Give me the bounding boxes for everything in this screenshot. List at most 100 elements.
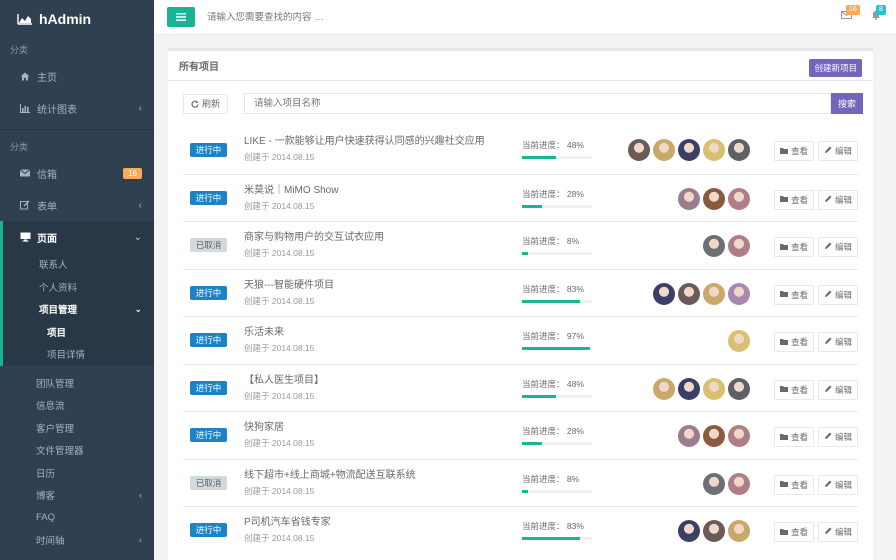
view-label: 查看 <box>790 242 808 252</box>
sidebar-subitem-label: 时间轴 <box>36 536 65 548</box>
mail-button[interactable]: 16 <box>838 5 860 22</box>
edit-button[interactable]: 编辑 <box>817 237 858 257</box>
app-name: hAdmin <box>39 11 92 27</box>
sidebar-item-envelope[interactable]: 信箱 16 <box>0 157 154 189</box>
unread-count-badge: 16 <box>123 167 142 179</box>
progress-label: 当前进度： 48% <box>522 378 584 389</box>
sidebar-subitem-label: FAQ <box>36 512 56 524</box>
project-title-link[interactable]: 【私人医生项目】 <box>244 374 324 387</box>
panel-header: 所有项目 创建新项目 <box>168 51 873 81</box>
avatar[interactable] <box>728 139 750 161</box>
edit-button[interactable]: 编辑 <box>817 522 858 542</box>
sidebar-subitem[interactable]: FAQ <box>0 507 154 530</box>
avatar[interactable] <box>678 139 700 161</box>
sidebar-subitem-label: 个人资料 <box>39 282 78 294</box>
edit-label: 编辑 <box>834 146 852 156</box>
view-button[interactable]: 查看 <box>773 284 814 305</box>
sidebar-subitem[interactable]: 博客 ‹ <box>0 484 154 507</box>
sidebar-subitem[interactable]: 个人资料 <box>3 276 154 299</box>
avatar[interactable] <box>703 425 725 447</box>
chevron-left-icon: ‹ <box>139 490 142 501</box>
view-button[interactable]: 查看 <box>773 379 814 400</box>
avatar[interactable] <box>678 377 700 400</box>
project-title-link[interactable]: 天狼---智能硬件项目 <box>244 279 334 292</box>
project-row: 已取消 线下超市+线上商城+物流配送互联系统 创建于 2014.08.15 当前进度：… <box>183 458 858 507</box>
notification-button[interactable]: 8 <box>868 5 886 22</box>
sidebar-subitem[interactable]: 文件管理器 <box>0 439 154 462</box>
avatar[interactable] <box>653 139 675 161</box>
avatar[interactable] <box>703 520 725 542</box>
avatar[interactable] <box>728 282 750 305</box>
area-chart-icon <box>17 14 32 25</box>
avatar[interactable] <box>728 235 750 257</box>
avatar[interactable] <box>728 330 750 352</box>
edit-button[interactable]: 编辑 <box>817 427 858 447</box>
avatar[interactable] <box>728 187 750 210</box>
view-button[interactable]: 查看 <box>773 141 814 161</box>
sidebar-subitem[interactable]: 时间轴 ‹ <box>0 529 154 552</box>
avatar[interactable] <box>703 235 725 257</box>
sidebar-subitem[interactable]: 项目管理 ⌄ <box>3 298 154 321</box>
avatar[interactable] <box>678 520 700 542</box>
avatar[interactable] <box>678 187 700 210</box>
avatar[interactable] <box>653 282 675 305</box>
sidebar-item-edit[interactable]: 表单 ‹ <box>0 189 154 221</box>
global-search-input[interactable] <box>207 11 607 23</box>
avatar[interactable] <box>678 282 700 305</box>
sidebar-subitem[interactable]: 联系人 <box>3 253 154 276</box>
edit-button[interactable]: 编辑 <box>817 332 858 352</box>
avatar[interactable] <box>728 472 750 495</box>
avatar[interactable] <box>703 139 725 161</box>
project-title-link[interactable]: 快狗家居 <box>244 421 314 434</box>
edit-button[interactable]: 编辑 <box>817 141 858 161</box>
sidebar-item-home[interactable]: 主页 <box>0 60 154 92</box>
avatar[interactable] <box>703 187 725 210</box>
view-button[interactable]: 查看 <box>773 237 814 257</box>
avatar[interactable] <box>728 425 750 447</box>
refresh-button[interactable]: 刷新 <box>183 93 229 114</box>
avatar[interactable] <box>703 282 725 305</box>
avatar[interactable] <box>728 377 750 400</box>
avatar[interactable] <box>678 425 700 447</box>
edit-button[interactable]: 编辑 <box>817 284 858 305</box>
search-button[interactable]: 搜索 <box>831 93 864 114</box>
view-button[interactable]: 查看 <box>773 522 814 542</box>
sidebar-subitem[interactable]: 信息流 <box>0 394 154 417</box>
progress-fill <box>522 299 581 303</box>
project-title-link[interactable]: 线下超市+线上商城+物流配送互联系统 <box>244 469 416 482</box>
edit-button[interactable]: 编辑 <box>817 474 858 495</box>
project-title-link[interactable]: LIKE - 一款能够让用户快速获得认同感的兴趣社交应用 <box>244 135 485 148</box>
avatar[interactable] <box>703 377 725 400</box>
pages-section: 页面 ⌄ 联系人个人资料项目管理 ⌄ 项目 项目详情 <box>0 221 154 366</box>
avatar[interactable] <box>653 377 675 400</box>
view-button[interactable]: 查看 <box>773 427 814 447</box>
member-avatars <box>678 425 750 447</box>
view-button[interactable]: 查看 <box>773 189 814 210</box>
avatar[interactable] <box>703 472 725 495</box>
status-badge: 进行中 <box>190 333 227 348</box>
avatar[interactable] <box>728 520 750 542</box>
avatar[interactable] <box>628 139 650 161</box>
project-title-link[interactable]: P司机汽车省钱专家 <box>244 516 331 529</box>
view-button[interactable]: 查看 <box>773 474 814 495</box>
app-logo[interactable]: hAdmin <box>0 0 154 38</box>
progress-label: 当前进度： 83% <box>522 283 584 294</box>
sidebar-item-bar-chart[interactable]: 统计图表 ‹ <box>0 92 154 124</box>
project-info: P司机汽车省钱专家 创建于 2014.08.15 <box>244 516 331 544</box>
project-search-input[interactable] <box>244 93 832 114</box>
sidebar-subitem[interactable]: 客户管理 <box>0 417 154 440</box>
edit-button[interactable]: 编辑 <box>817 379 858 400</box>
sidebar-item-pages[interactable]: 页面 ⌄ <box>3 221 154 253</box>
edit-button[interactable]: 编辑 <box>817 189 858 210</box>
sidebar-subitem[interactable]: 团队管理 <box>0 372 154 395</box>
edit-label: 编辑 <box>834 479 852 490</box>
view-button[interactable]: 查看 <box>773 332 814 352</box>
project-title-link[interactable]: 商家与购物用户的交互试衣应用 <box>244 231 384 244</box>
sidebar-subsubitem[interactable]: 项目详情 <box>3 343 154 366</box>
project-title-link[interactable]: 米莫说｜MiMO Show <box>244 184 338 197</box>
project-title-link[interactable]: 乐活未来 <box>244 326 314 339</box>
sidebar-subitem[interactable]: 日历 <box>0 462 154 485</box>
create-project-button[interactable]: 创建新项目 <box>809 59 862 77</box>
menu-toggle-button[interactable] <box>167 7 195 27</box>
sidebar-subsubitem[interactable]: 项目 <box>3 321 154 344</box>
